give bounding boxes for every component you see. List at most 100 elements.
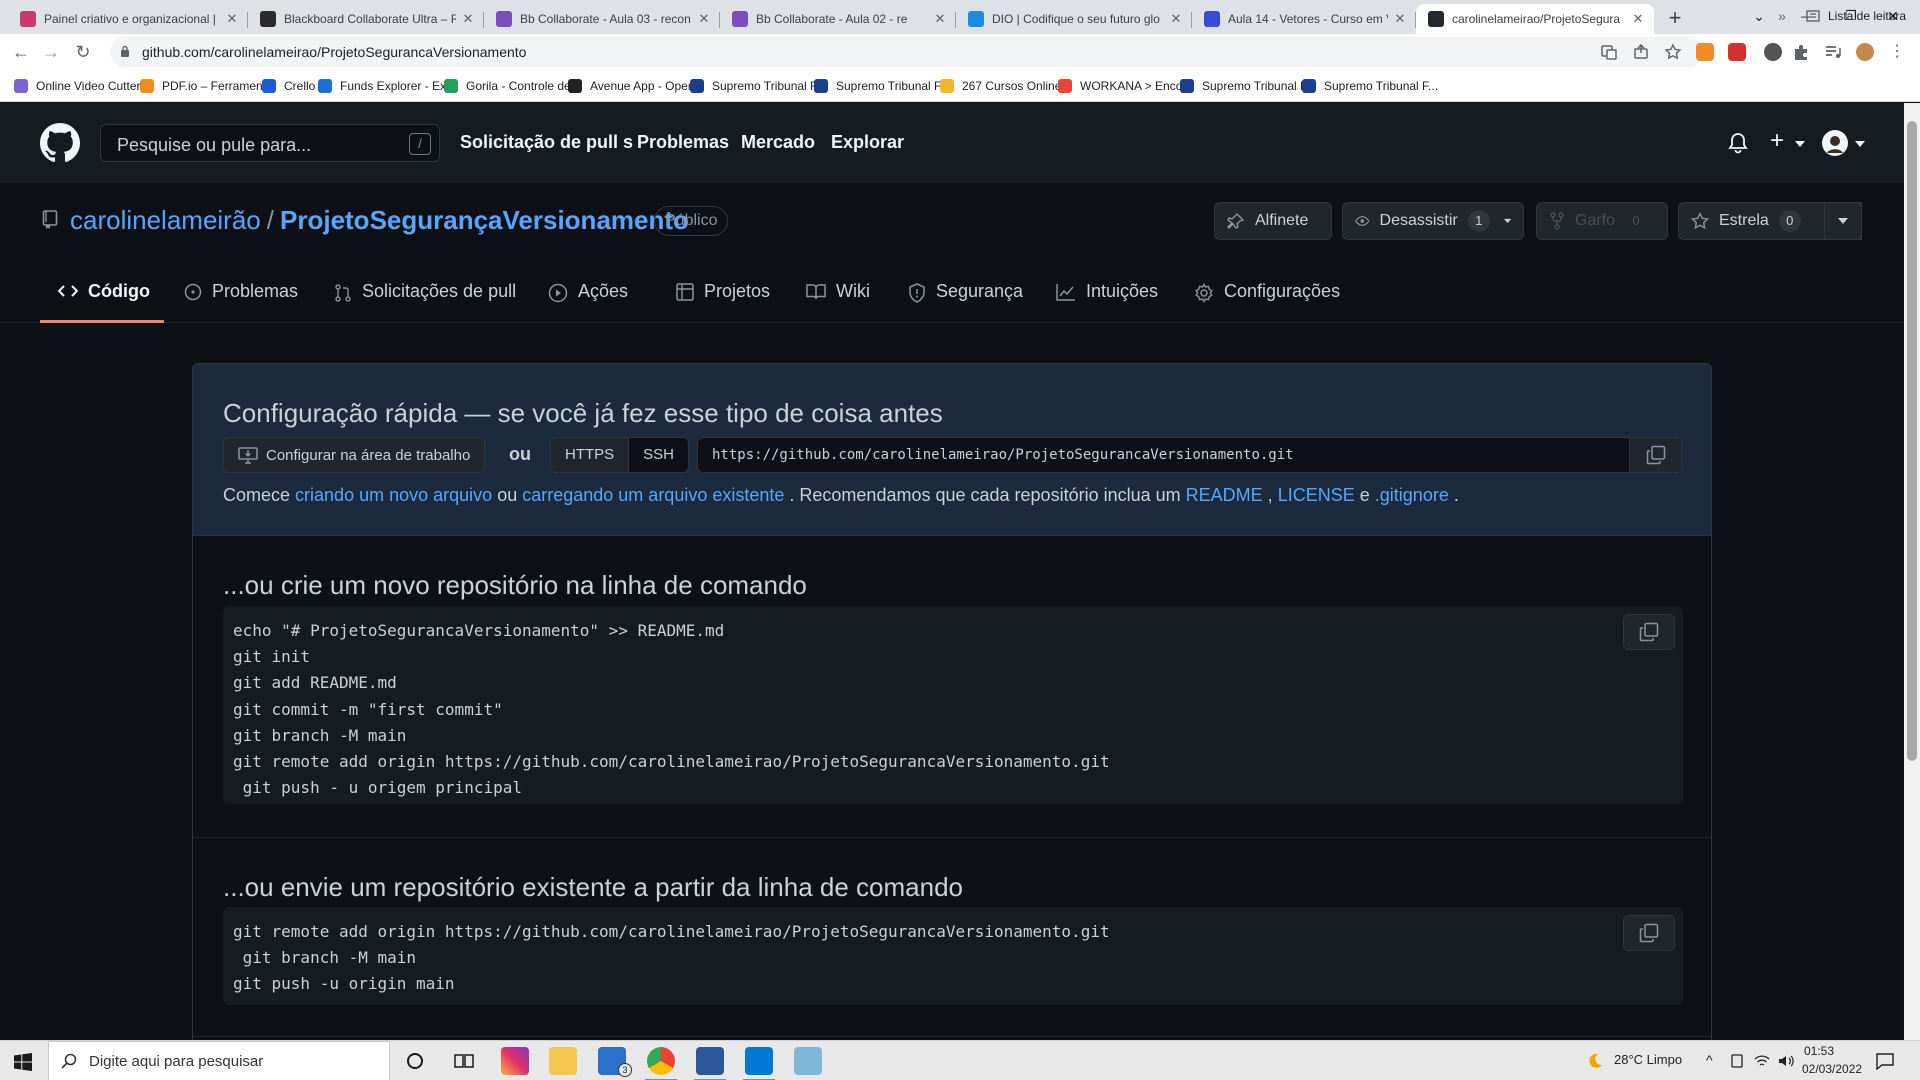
bell-icon[interactable] xyxy=(1728,132,1748,154)
device-icon[interactable] xyxy=(1730,1054,1744,1068)
volume-icon[interactable] xyxy=(1778,1054,1794,1068)
forward-arrow-icon[interactable]: → xyxy=(38,39,64,65)
nav-marketplace[interactable]: Mercado xyxy=(741,132,815,153)
new-tab-button[interactable]: + xyxy=(1662,6,1688,32)
bookmark-item[interactable]: Online Video Cutter... xyxy=(14,77,150,95)
extension-icon[interactable] xyxy=(1764,43,1782,61)
browser-tab[interactable]: Painel criativo e organizacional | ✕ xyxy=(8,4,248,34)
repo-owner-link[interactable]: carolinelameirão xyxy=(70,205,261,235)
taskbar-search-input[interactable]: Digite aqui para pesquisar xyxy=(48,1041,390,1080)
readme-link[interactable]: README xyxy=(1186,485,1263,505)
setup-desktop-button[interactable]: Configurar na área de trabalho xyxy=(223,437,486,473)
scrollbar-thumb[interactable] xyxy=(1907,121,1917,761)
mail-icon[interactable]: 3 xyxy=(598,1047,632,1077)
gitignore-link[interactable]: .gitignore xyxy=(1375,485,1449,505)
chrome-icon[interactable] xyxy=(645,1047,677,1080)
media-controls-icon[interactable] xyxy=(1824,43,1842,61)
repo-name-link[interactable]: ProjetoSegurançaVersionamento xyxy=(280,205,689,235)
https-button[interactable]: HTTPS xyxy=(551,438,629,472)
share-icon[interactable] xyxy=(1632,43,1650,61)
address-bar[interactable]: github.com/carolinelameirao/ProjetoSegur… xyxy=(110,37,1704,67)
instagram-icon[interactable] xyxy=(501,1047,529,1075)
tab-wiki[interactable]: Wiki xyxy=(806,271,870,323)
notification-icon[interactable] xyxy=(1876,1052,1894,1070)
browser-tab[interactable]: Bb Collaborate - Aula 03 - recon ✕ xyxy=(484,4,720,34)
bookmark-item[interactable]: Avenue App - Oper... xyxy=(568,77,701,95)
clock-date[interactable]: 02/03/2022 xyxy=(1802,1062,1862,1076)
cortana-icon[interactable] xyxy=(406,1052,424,1070)
page-scrollbar[interactable] xyxy=(1904,103,1920,1040)
browser-tab[interactable]: DIO | Codifique o seu futuro glo ✕ xyxy=(956,4,1192,34)
bookmark-item[interactable]: PDF.io – Ferrament... xyxy=(140,77,276,95)
notepad-icon[interactable] xyxy=(794,1047,822,1075)
pdf-extension-icon[interactable] xyxy=(1728,43,1746,61)
fork-button[interactable]: Garfo 0 xyxy=(1536,202,1668,240)
bookmark-item[interactable]: 267 Cursos Online... xyxy=(940,77,1071,95)
bookmark-item[interactable]: Funds Explorer - Ex... xyxy=(318,77,456,95)
copy-new-repo-button[interactable] xyxy=(1623,614,1675,650)
bookmark-item[interactable]: Crello xyxy=(262,77,315,95)
browser-tab[interactable]: Aula 14 - Vetores - Curso em Ví ✕ xyxy=(1192,4,1416,34)
create-file-link[interactable]: criando um novo arquivo xyxy=(295,485,492,505)
bookmark-item[interactable]: Supremo Tribunal F... xyxy=(1302,77,1438,95)
close-tab-icon[interactable]: ✕ xyxy=(224,11,240,27)
push-existing-commands[interactable]: git remote add origin https://github.com… xyxy=(233,919,1110,998)
weather-text[interactable]: 28°C Limpo xyxy=(1614,1052,1682,1067)
windows-start-icon[interactable] xyxy=(14,1053,32,1071)
avatar[interactable] xyxy=(1822,130,1848,156)
bookmark-star-icon[interactable] xyxy=(1664,43,1682,61)
copy-url-button[interactable] xyxy=(1629,438,1681,472)
task-view-icon[interactable] xyxy=(454,1052,474,1070)
github-search-input[interactable]: Pesquise ou pule para... / xyxy=(100,124,440,162)
close-tab-icon[interactable]: ✕ xyxy=(932,11,948,27)
vscode-icon[interactable] xyxy=(743,1047,775,1080)
extension-icon[interactable] xyxy=(1696,43,1714,61)
bookmark-item[interactable]: Supremo Tribunal F... xyxy=(814,77,950,95)
new-repo-commands[interactable]: echo "# ProjetoSegurancaVersionamento" >… xyxy=(233,618,1110,801)
star-list-dropdown[interactable] xyxy=(1824,202,1862,240)
bookmark-item[interactable]: Gorila - Controle de... xyxy=(444,77,581,95)
reading-list-button[interactable]: Lista de leitura xyxy=(1806,7,1906,25)
upload-file-link[interactable]: carregando um arquivo existente xyxy=(522,485,784,505)
github-logo-icon[interactable] xyxy=(40,123,80,163)
tab-insights[interactable]: Intuições xyxy=(1056,271,1158,323)
tab-projects[interactable]: Projetos xyxy=(676,271,770,323)
wifi-icon[interactable] xyxy=(1754,1054,1770,1068)
word-icon[interactable] xyxy=(694,1047,726,1080)
nav-explore[interactable]: Explorar xyxy=(831,132,904,153)
clone-url-field[interactable]: https://github.com/carolinelameirao/Proj… xyxy=(697,437,1682,473)
reload-icon[interactable]: ↻ xyxy=(70,39,96,65)
ssh-button[interactable]: SSH xyxy=(628,438,689,472)
close-tab-icon[interactable]: ✕ xyxy=(696,11,712,27)
browser-tab[interactable]: carolinelameirao/ProjetoSegura ✕ xyxy=(1416,4,1654,34)
tab-issues[interactable]: Problemas xyxy=(184,271,298,323)
tab-pull-requests[interactable]: Solicitações de pull xyxy=(334,271,516,323)
tray-overflow-icon[interactable]: ^ xyxy=(1706,1052,1713,1068)
chrome-menu-icon[interactable]: ⋮ xyxy=(1884,39,1910,65)
watch-button[interactable]: Desassistir 1 xyxy=(1342,202,1524,240)
close-tab-icon[interactable]: ✕ xyxy=(1630,11,1646,27)
create-new-button[interactable]: + xyxy=(1770,127,1784,155)
back-arrow-icon[interactable]: ← xyxy=(8,39,34,65)
tab-settings[interactable]: Configurações xyxy=(1194,271,1340,323)
bookmark-item[interactable]: Supremo Tribunal F... xyxy=(1180,77,1316,95)
nav-issues[interactable]: Problemas xyxy=(637,132,729,153)
file-explorer-icon[interactable] xyxy=(549,1047,577,1075)
copy-push-existing-button[interactable] xyxy=(1623,915,1675,951)
tab-security[interactable]: Segurança xyxy=(908,271,1023,323)
profile-avatar[interactable] xyxy=(1856,43,1874,61)
bookmark-item[interactable]: WORKANA > Enco... xyxy=(1058,77,1192,95)
close-tab-icon[interactable]: ✕ xyxy=(1392,11,1408,27)
translate-icon[interactable] xyxy=(1600,43,1618,61)
bookmarks-overflow-button[interactable]: » xyxy=(1778,7,1786,25)
nav-pull-requests[interactable]: Solicitação de pull s xyxy=(460,132,633,153)
pin-button[interactable]: Alfinete xyxy=(1214,202,1332,240)
browser-tab[interactable]: Blackboard Collaborate Ultra – R ✕ xyxy=(248,4,484,34)
license-link[interactable]: LICENSE xyxy=(1278,485,1355,505)
tab-code[interactable]: Código xyxy=(40,271,164,323)
puzzle-icon[interactable] xyxy=(1792,43,1810,61)
close-tab-icon[interactable]: ✕ xyxy=(1168,11,1184,27)
bookmark-item[interactable]: Supremo Tribunal F... xyxy=(690,77,826,95)
clock-time[interactable]: 01:53 xyxy=(1804,1044,1834,1058)
close-tab-icon[interactable]: ✕ xyxy=(460,11,476,27)
